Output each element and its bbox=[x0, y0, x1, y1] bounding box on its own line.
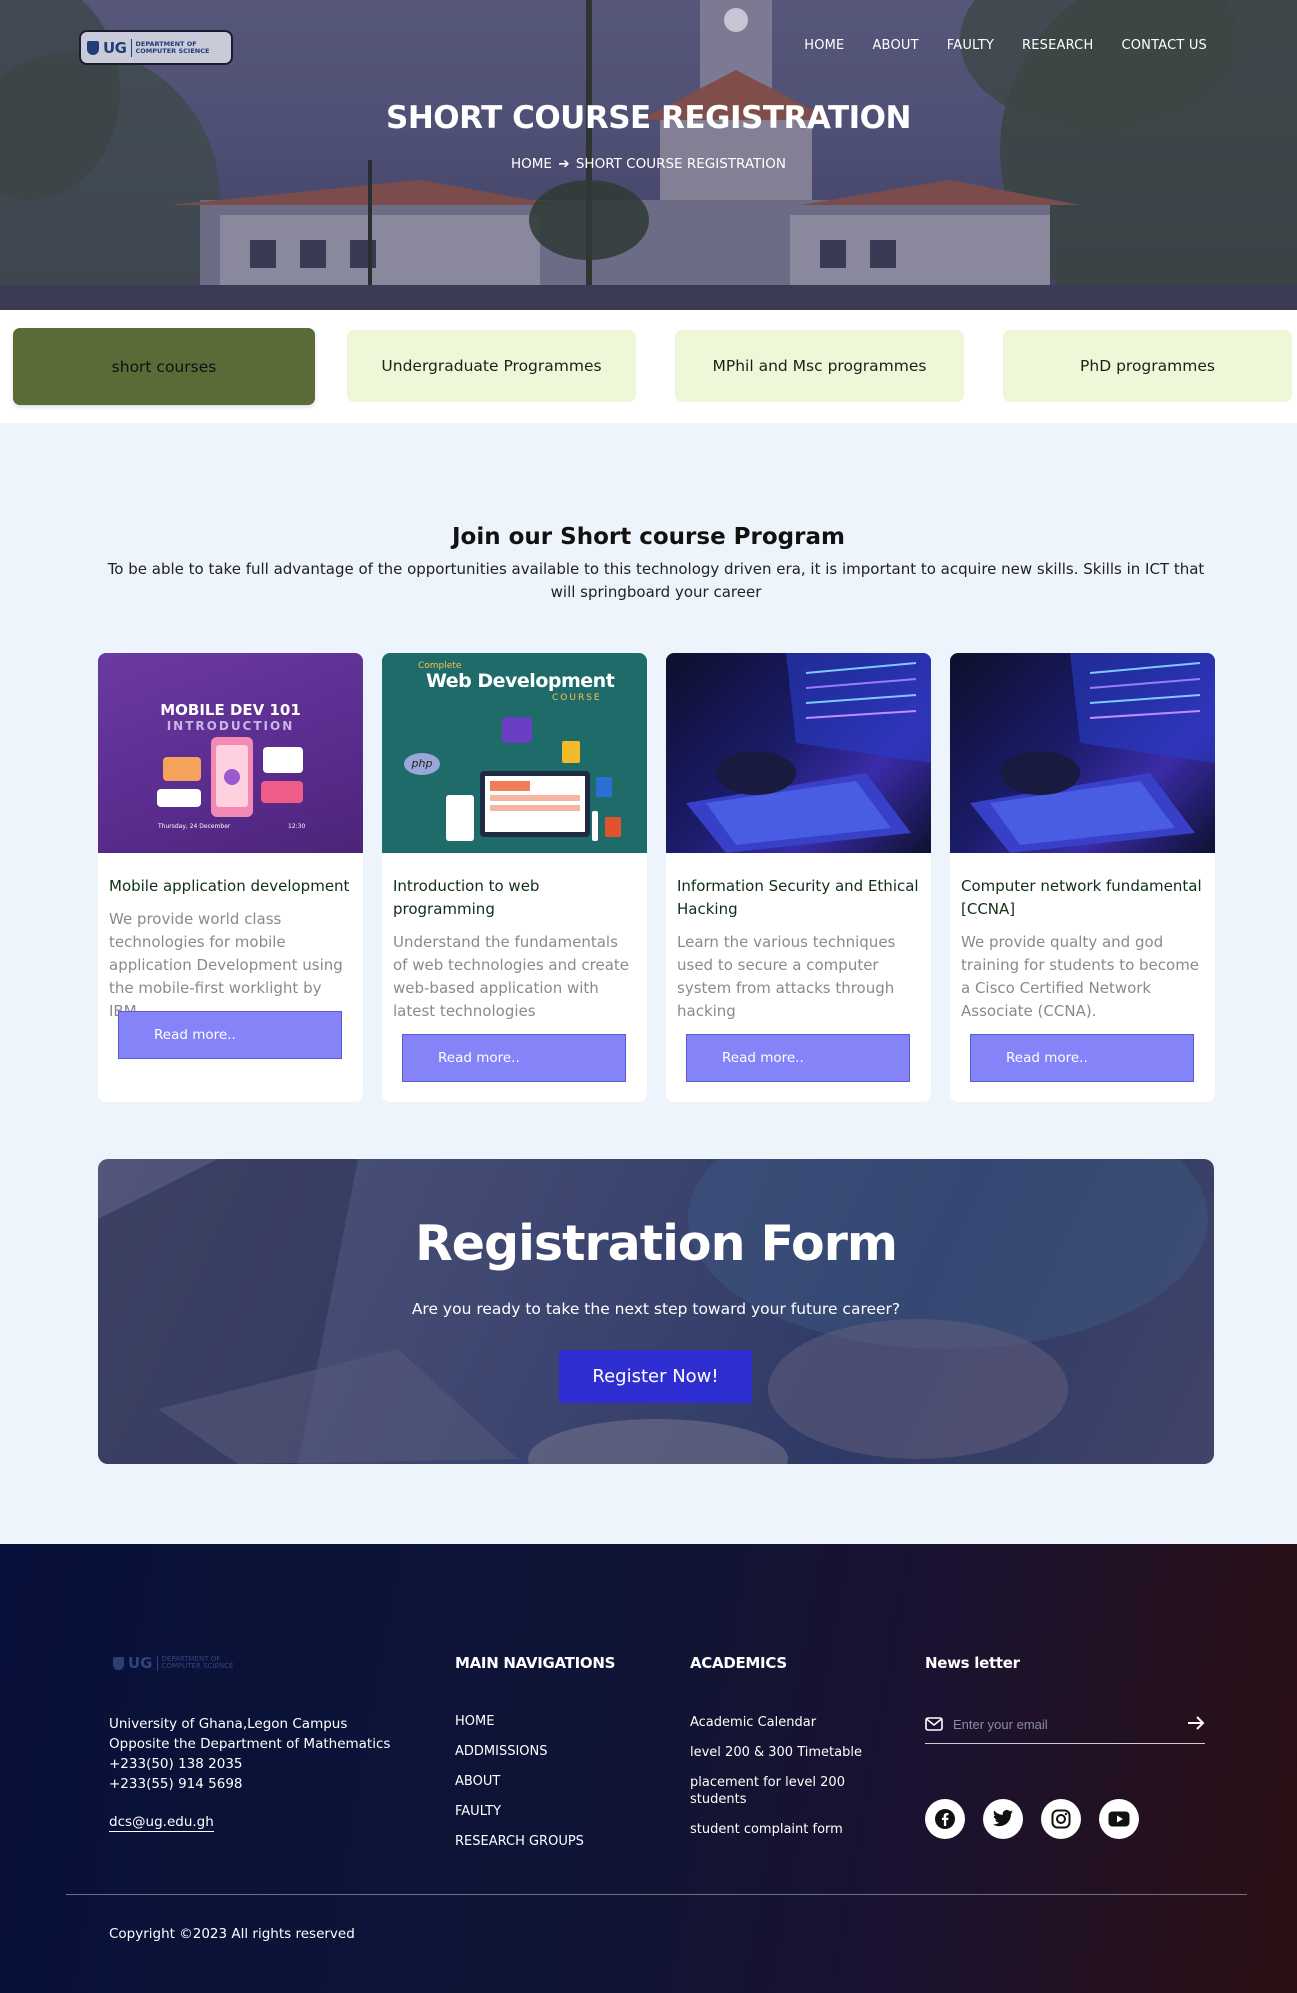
image-subheadline: INTRODUCTION bbox=[166, 719, 295, 733]
mail-icon bbox=[925, 1717, 943, 1731]
read-more-button[interactable]: Read more.. bbox=[686, 1034, 910, 1082]
image-date: Thursday, 24 December bbox=[158, 823, 231, 830]
course-card: Computer network fundamental [CCNA] We p… bbox=[950, 653, 1215, 1102]
course-description: Learn the various techniques used to sec… bbox=[677, 933, 896, 1020]
footer-main-nav: HOME ADDMISSIONS ABOUT FAULTY RESEARCH G… bbox=[455, 1714, 584, 1864]
footer: UG DEPARTMENT OF COMPUTER SCIENCE Univer… bbox=[0, 1544, 1297, 1993]
placement-link[interactable]: placement for level 200 students bbox=[690, 1774, 870, 1808]
twitter-icon[interactable] bbox=[983, 1799, 1023, 1839]
networking-course-image bbox=[950, 653, 1215, 853]
page-title: SHORT COURSE REGISTRATION bbox=[386, 100, 911, 136]
footer-nav-home[interactable]: HOME bbox=[455, 1714, 584, 1744]
arrow-right-icon: ➔ bbox=[558, 156, 570, 172]
youtube-icon[interactable] bbox=[1099, 1799, 1139, 1839]
course-card: Information Security and Ethical Hacking… bbox=[666, 653, 931, 1102]
ug-crest-icon bbox=[87, 40, 99, 55]
footer-logo[interactable]: UG DEPARTMENT OF COMPUTER SCIENCE bbox=[113, 1654, 248, 1672]
phone-number: +233(55) 914 5698 bbox=[109, 1776, 243, 1792]
footer-academics: Academic Calendar level 200 & 300 Timeta… bbox=[690, 1714, 870, 1838]
section-title: Join our Short course Program bbox=[452, 524, 845, 550]
arrow-right-icon[interactable] bbox=[1187, 1715, 1205, 1731]
nav-research[interactable]: RESEARCH bbox=[1022, 38, 1093, 53]
read-more-button[interactable]: Read more.. bbox=[970, 1034, 1194, 1082]
image-time: 12:30 bbox=[288, 823, 306, 830]
facebook-icon[interactable] bbox=[925, 1799, 965, 1839]
logo-department-text: DEPARTMENT OF COMPUTER SCIENCE bbox=[135, 39, 210, 55]
footer-divider bbox=[66, 1894, 1247, 1895]
breadcrumb-current: SHORT COURSE REGISTRATION bbox=[575, 156, 786, 172]
footer-nav-about[interactable]: ABOUT bbox=[455, 1774, 584, 1804]
footer-address: University of Ghana,Legon Campus Opposit… bbox=[109, 1714, 390, 1794]
read-more-button[interactable]: Read more.. bbox=[118, 1011, 342, 1059]
top-navigation: HOME ABOUT FAULTY RESEARCH CONTACT US bbox=[804, 38, 1207, 53]
newsletter-form bbox=[925, 1711, 1205, 1744]
footer-nav-faulty[interactable]: FAULTY bbox=[455, 1804, 584, 1834]
tab-short-courses[interactable]: short courses bbox=[13, 328, 315, 405]
image-headline: MOBILE DEV 101 bbox=[160, 701, 301, 719]
registration-subtitle: Are you ready to take the next step towa… bbox=[411, 1300, 901, 1318]
timetable-link[interactable]: level 200 & 300 Timetable bbox=[690, 1744, 870, 1761]
web-dev-course-image: Complete Web Development COURSE php bbox=[382, 653, 647, 853]
nav-faulty[interactable]: FAULTY bbox=[947, 38, 994, 53]
tab-phd-programmes[interactable]: PhD programmes bbox=[1003, 330, 1292, 402]
course-title[interactable]: Introduction to web programming bbox=[393, 875, 639, 921]
ug-crest-icon bbox=[113, 1656, 124, 1670]
course-card: MOBILE DEV 101 INTRODUCTION Thursday, 24… bbox=[98, 653, 363, 1102]
newsletter-heading: News letter bbox=[925, 1654, 1020, 1672]
course-title[interactable]: Computer network fundamental [CCNA] bbox=[961, 875, 1207, 921]
breadcrumb: HOME ➔ SHORT COURSE REGISTRATION bbox=[0, 156, 1297, 172]
logo-separator bbox=[130, 38, 132, 57]
academics-heading: ACADEMICS bbox=[690, 1654, 787, 1672]
tab-mphil-msc-programmes[interactable]: MPhil and Msc programmes bbox=[675, 330, 964, 402]
newsletter-email-input[interactable] bbox=[953, 1711, 1163, 1737]
nav-home[interactable]: HOME bbox=[804, 38, 844, 53]
hacker-keyboard-illustration bbox=[686, 653, 931, 853]
main-navigations-heading: MAIN NAVIGATIONS bbox=[455, 1654, 616, 1672]
tab-undergraduate-programmes[interactable]: Undergraduate Programmes bbox=[347, 330, 636, 402]
hacker-keyboard-illustration bbox=[970, 653, 1215, 853]
course-title[interactable]: Mobile application development bbox=[109, 875, 355, 898]
address-line: University of Ghana,Legon Campus bbox=[109, 1716, 348, 1732]
registration-title: Registration Form bbox=[415, 1215, 898, 1272]
academic-calendar-link[interactable]: Academic Calendar bbox=[690, 1714, 870, 1731]
read-more-button[interactable]: Read more.. bbox=[402, 1034, 626, 1082]
course-card: Complete Web Development COURSE php Intr… bbox=[382, 653, 647, 1102]
phone-apps-illustration bbox=[157, 737, 303, 817]
logo-separator bbox=[156, 1655, 158, 1671]
program-tabs: short courses Undergraduate Programmes M… bbox=[0, 310, 1297, 423]
logo-ug-text: UG bbox=[103, 38, 127, 57]
copyright-text: Copyright ©2023 All rights reserved bbox=[109, 1926, 355, 1942]
course-description: Understand the fundamentals of web techn… bbox=[393, 933, 630, 1020]
footer-nav-admissions[interactable]: ADDMISSIONS bbox=[455, 1744, 584, 1774]
section-description: To be able to take full advantage of the… bbox=[107, 560, 1205, 601]
course-description: We provide qualty and god training for s… bbox=[961, 933, 1200, 1020]
course-description: We provide world class technologies for … bbox=[109, 910, 343, 1020]
footer-logo-department-text: DEPARTMENT OF COMPUTER SCIENCE bbox=[161, 1655, 234, 1670]
image-subheadline: COURSE bbox=[552, 693, 602, 703]
footer-nav-research-groups[interactable]: RESEARCH GROUPS bbox=[455, 1834, 584, 1864]
department-logo[interactable]: UG DEPARTMENT OF COMPUTER SCIENCE bbox=[79, 30, 233, 65]
mobile-dev-course-image: MOBILE DEV 101 INTRODUCTION Thursday, 24… bbox=[98, 653, 363, 853]
hacking-course-image bbox=[666, 653, 931, 853]
address-line: Opposite the Department of Mathematics bbox=[109, 1736, 391, 1752]
footer-logo-ug-text: UG bbox=[128, 1654, 153, 1672]
image-headline: Web Development bbox=[426, 670, 615, 692]
php-badge: php bbox=[404, 753, 440, 775]
nav-contact-us[interactable]: CONTACT US bbox=[1121, 38, 1207, 53]
course-title[interactable]: Information Security and Ethical Hacking bbox=[677, 875, 923, 921]
phone-number: +233(50) 138 2035 bbox=[109, 1756, 243, 1772]
hero-banner: UG DEPARTMENT OF COMPUTER SCIENCE HOME A… bbox=[0, 0, 1297, 310]
breadcrumb-home[interactable]: HOME bbox=[511, 156, 552, 172]
nav-about[interactable]: ABOUT bbox=[872, 38, 918, 53]
student-complaint-form-link[interactable]: student complaint form bbox=[690, 1821, 870, 1838]
register-now-button[interactable]: Register Now! bbox=[559, 1350, 752, 1403]
footer-email-link[interactable]: dcs@ug.edu.gh bbox=[109, 1814, 214, 1832]
instagram-icon[interactable] bbox=[1041, 1799, 1081, 1839]
registration-banner: Registration Form Are you ready to take … bbox=[98, 1159, 1214, 1464]
web-devices-illustration bbox=[446, 717, 621, 841]
